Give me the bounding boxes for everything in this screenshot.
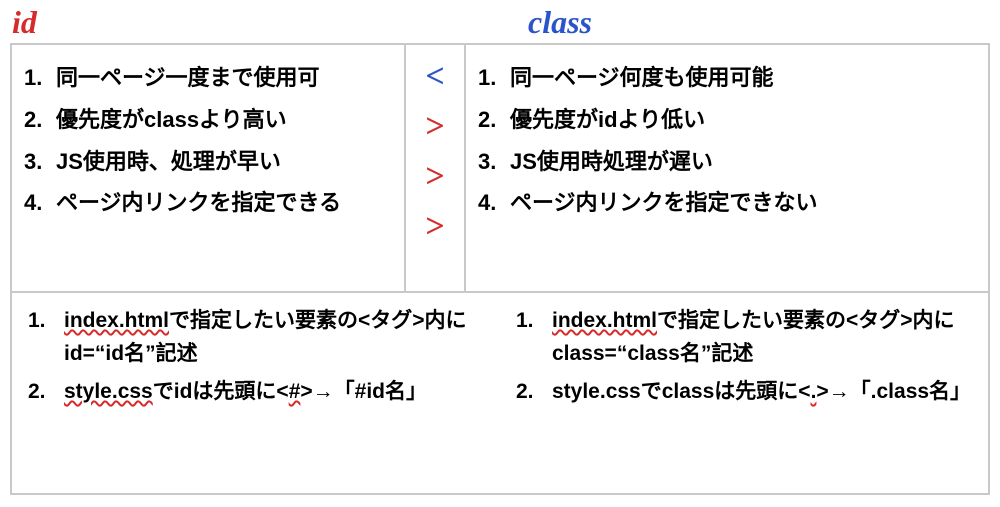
list-item: 2.優先度がclassより高い	[18, 99, 398, 141]
class-howto-cell: 1. index.htmlで指定したい要素の<タグ>内にclass=“class…	[500, 293, 988, 493]
list-item: 1. index.htmlで指定したい要素の<タグ>内にid=“id名”記述	[18, 305, 494, 370]
howto-row: 1. index.htmlで指定したい要素の<タグ>内にid=“id名”記述 2…	[12, 293, 988, 493]
list-item: 2. style.cssでidは先頭に<#>→「#id名」	[18, 376, 494, 409]
list-item: 4.ページ内リンクを指定できる	[18, 182, 398, 224]
id-howto-list: 1. index.htmlで指定したい要素の<タグ>内にid=“id名”記述 2…	[18, 305, 494, 409]
comparison-table: 1.同一ページ一度まで使用可 2.優先度がclassより高い 3.JS使用時、処…	[10, 43, 990, 495]
list-item: 2. style.cssでclassは先頭に<.>→「.class名」	[506, 376, 982, 409]
list-item: 2.優先度がidより低い	[472, 99, 982, 141]
compare-arrow-icon: >	[425, 207, 444, 247]
compare-arrow-icon: <	[425, 57, 444, 97]
compare-arrow-icon: >	[425, 107, 444, 147]
list-item: 1.同一ページ一度まで使用可	[18, 57, 398, 99]
header-class: class	[512, 4, 592, 41]
id-features-cell: 1.同一ページ一度まで使用可 2.優先度がclassより高い 3.JS使用時、処…	[12, 45, 406, 291]
header-id: id	[12, 4, 512, 41]
features-row: 1.同一ページ一度まで使用可 2.優先度がclassより高い 3.JS使用時、処…	[12, 45, 988, 293]
id-howto-cell: 1. index.htmlで指定したい要素の<タグ>内にid=“id名”記述 2…	[12, 293, 500, 493]
list-item: 1.同一ページ何度も使用可能	[472, 57, 982, 99]
class-features-cell: 1.同一ページ何度も使用可能 2.優先度がidより低い 3.JS使用時処理が遅い…	[466, 45, 988, 291]
class-features-list: 1.同一ページ何度も使用可能 2.優先度がidより低い 3.JS使用時処理が遅い…	[472, 57, 982, 224]
comparison-arrows-cell: < > > >	[406, 45, 466, 291]
class-howto-list: 1. index.htmlで指定したい要素の<タグ>内にclass=“class…	[506, 305, 982, 409]
list-item: 4.ページ内リンクを指定できない	[472, 182, 982, 224]
compare-arrow-icon: >	[425, 157, 444, 197]
list-item: 1. index.htmlで指定したい要素の<タグ>内にclass=“class…	[506, 305, 982, 370]
id-features-list: 1.同一ページ一度まで使用可 2.優先度がclassより高い 3.JS使用時、処…	[18, 57, 398, 224]
list-item: 3.JS使用時処理が遅い	[472, 141, 982, 183]
list-item: 3.JS使用時、処理が早い	[18, 141, 398, 183]
column-headers: id class	[0, 0, 1000, 43]
